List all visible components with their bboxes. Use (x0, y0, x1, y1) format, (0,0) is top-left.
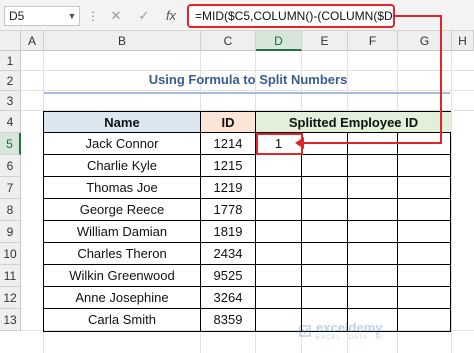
table-cell[interactable] (398, 199, 451, 221)
row-header-13[interactable]: 13 (0, 309, 21, 331)
table-cell-name[interactable]: Charles Theron (44, 243, 201, 265)
table-cell[interactable] (302, 199, 348, 221)
row-header-11[interactable]: 11 (0, 265, 21, 287)
row-header-9[interactable]: 9 (0, 221, 21, 243)
table-cell[interactable] (398, 155, 451, 177)
row-header-3[interactable]: 3 (0, 91, 21, 111)
table-cell[interactable] (348, 177, 398, 199)
table-cell-id[interactable]: 3264 (201, 287, 256, 309)
row-header-1[interactable]: 1 (0, 51, 21, 71)
chevron-down-icon[interactable]: ▼ (66, 6, 78, 26)
cancel-icon[interactable]: ✕ (108, 6, 124, 26)
column-header-b[interactable]: B (44, 31, 201, 51)
table-cell[interactable] (256, 243, 302, 265)
table-cell[interactable] (302, 221, 348, 243)
watermark-tagline: EXCEL · DATA · BI (316, 335, 384, 341)
watermark-brand: exceldemy (316, 320, 383, 335)
table-cell[interactable] (398, 221, 451, 243)
insert-function-button[interactable]: fx (162, 6, 180, 26)
table-cell-name[interactable]: Anne Josephine (44, 287, 201, 309)
table-cell-g5[interactable] (398, 133, 451, 155)
enter-icon[interactable]: ✓ (136, 6, 152, 26)
table-cell[interactable] (348, 155, 398, 177)
table-cell-name[interactable]: William Damian (44, 221, 201, 243)
row-header-2[interactable]: 2 (0, 71, 21, 91)
table-cell[interactable] (348, 243, 398, 265)
table-cell[interactable] (348, 221, 398, 243)
table-cell[interactable] (348, 265, 398, 287)
table-cell[interactable] (302, 287, 348, 309)
table-cell[interactable] (348, 199, 398, 221)
table-cell-e5[interactable] (302, 133, 348, 155)
title-underline (44, 92, 450, 94)
table-cell-id[interactable]: 1219 (201, 177, 256, 199)
table-cell[interactable] (256, 155, 302, 177)
formula-input[interactable]: =MID($C5,COLUMN()-(COLUMN($D5)- 1),1) (187, 4, 395, 28)
gridline (21, 90, 474, 91)
row-header-8[interactable]: 8 (0, 199, 21, 221)
exceldemy-logo-icon (299, 324, 311, 337)
column-header-a[interactable]: A (21, 31, 44, 51)
more-options-icon[interactable]: ⋮ (87, 6, 99, 26)
table-cell[interactable] (256, 287, 302, 309)
header-name[interactable]: Name (44, 112, 201, 133)
table-cell-id[interactable]: 1819 (201, 221, 256, 243)
table-cell-name[interactable]: George Reece (44, 199, 201, 221)
table-cell-name[interactable]: Carla Smith (44, 309, 201, 331)
header-id[interactable]: ID (201, 112, 256, 133)
table-cell-id[interactable]: 1215 (201, 155, 256, 177)
callout-line (395, 15, 441, 17)
column-header-c[interactable]: C (201, 31, 256, 51)
row-header-7[interactable]: 7 (0, 177, 21, 199)
table-cell[interactable] (256, 199, 302, 221)
table-cell[interactable] (348, 287, 398, 309)
table-cell[interactable] (302, 265, 348, 287)
header-splitted-employee-id[interactable]: Splitted Employee ID (256, 112, 451, 133)
table-cell[interactable] (302, 155, 348, 177)
arrow-left-icon (295, 137, 304, 149)
column-header-g[interactable]: G (398, 31, 452, 51)
table-cell-id[interactable]: 9525 (201, 265, 256, 287)
table-cell-f5[interactable] (348, 133, 398, 155)
table-cell[interactable] (256, 177, 302, 199)
table-cell[interactable] (302, 177, 348, 199)
table-cell-id[interactable]: 2434 (201, 243, 256, 265)
gridline (451, 51, 452, 353)
watermark-logo: exceldemy EXCEL · DATA · BI (298, 320, 448, 346)
table-cell-id[interactable]: 1214 (201, 133, 256, 155)
row-header-10[interactable]: 10 (0, 243, 21, 265)
table-cell[interactable] (398, 287, 451, 309)
table-cell-name[interactable]: Charlie Kyle (44, 155, 201, 177)
table-cell[interactable] (398, 243, 451, 265)
table-cell[interactable] (256, 309, 302, 331)
callout-line (440, 15, 442, 143)
column-header-f[interactable]: F (348, 31, 398, 51)
callout-line (303, 142, 442, 144)
column-header-e[interactable]: E (302, 31, 348, 51)
table-cell-id[interactable]: 8359 (201, 309, 256, 331)
table-cell[interactable] (256, 265, 302, 287)
table-cell-name[interactable]: Jack Connor (44, 133, 201, 155)
sheet-title: Using Formula to Split Numbers (148, 72, 348, 87)
table-cell-name[interactable]: Wilkin Greenwood (44, 265, 201, 287)
table-cell[interactable] (256, 221, 302, 243)
column-header-h[interactable]: H (452, 31, 474, 51)
table-cell-id[interactable]: 1778 (201, 199, 256, 221)
table-cell[interactable] (302, 243, 348, 265)
row-header-4[interactable]: 4 (0, 111, 21, 133)
table-cell-name[interactable]: Thomas Joe (44, 177, 201, 199)
row-header-6[interactable]: 6 (0, 155, 21, 177)
table-cell[interactable] (398, 177, 451, 199)
column-header-d[interactable]: D (256, 31, 302, 51)
row-header-5[interactable]: 5 (0, 133, 21, 155)
row-header-12[interactable]: 12 (0, 287, 21, 309)
table-cell[interactable] (398, 265, 451, 287)
select-all-corner[interactable] (0, 31, 21, 51)
